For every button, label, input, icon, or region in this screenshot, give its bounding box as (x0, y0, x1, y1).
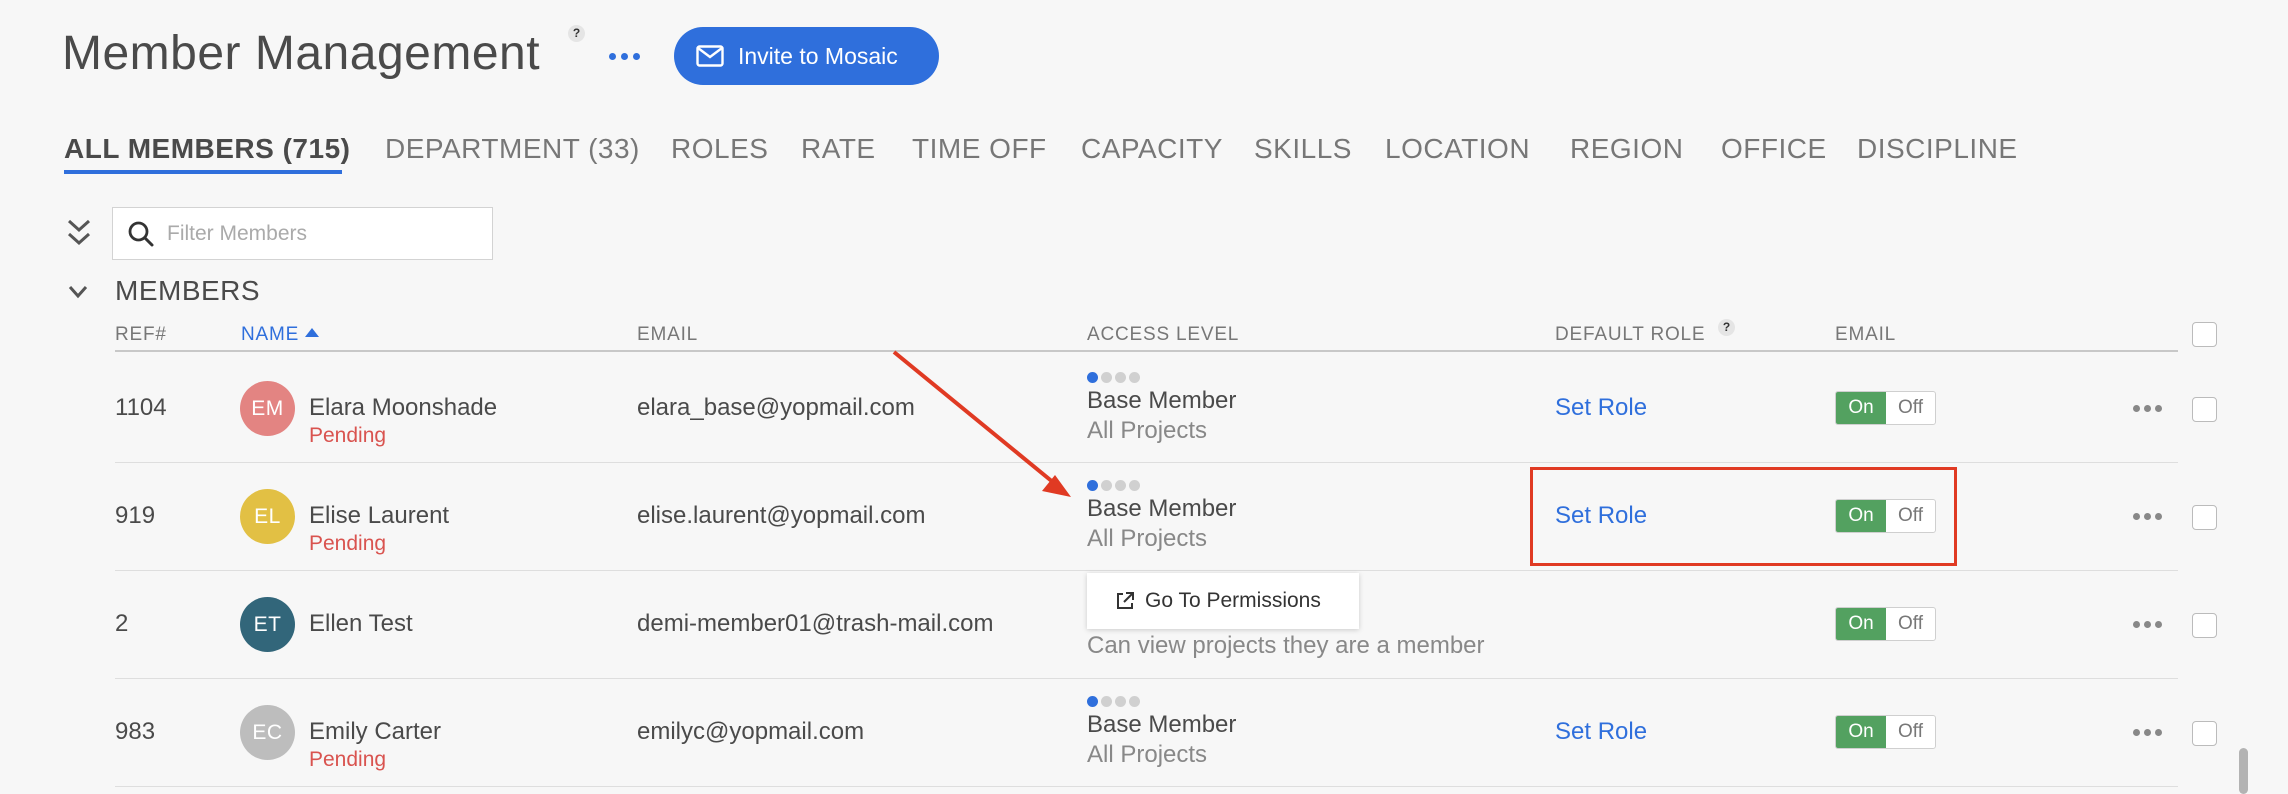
email-toggle[interactable]: On Off (1835, 607, 1936, 641)
member-ref: 919 (115, 502, 156, 529)
filter-members-input[interactable] (167, 221, 467, 246)
member-email: elara_base@yopmail.com (637, 394, 915, 421)
header-divider (115, 350, 2178, 352)
email-toggle[interactable]: On Off (1835, 391, 1936, 425)
select-all-checkbox[interactable] (2192, 322, 2217, 347)
set-role-link[interactable]: Set Role (1555, 394, 1647, 422)
access-level[interactable]: Base Member (1087, 495, 1236, 523)
pending-status: Pending (309, 748, 387, 771)
access-level[interactable]: Base Member (1087, 711, 1236, 739)
tab-department[interactable]: DEPARTMENT (33) (385, 133, 640, 165)
default-role-help-icon[interactable]: ? (1718, 319, 1735, 336)
toggle-off[interactable]: Off (1886, 608, 1935, 640)
tab-capacity[interactable]: CAPACITY (1081, 133, 1223, 165)
member-email: demi-member01@trash-mail.com (637, 610, 994, 637)
active-tab-indicator (64, 170, 342, 174)
permission-description: Can view projects they are a member (1087, 632, 1485, 659)
column-header-access-level[interactable]: ACCESS LEVEL (1087, 324, 1239, 346)
go-to-permissions-button[interactable]: Go To Permissions (1087, 573, 1359, 629)
column-header-email-notifications[interactable]: EMAIL (1835, 324, 1896, 346)
avatar[interactable]: EM (240, 381, 295, 436)
access-scope: All Projects (1087, 417, 1208, 444)
table-row[interactable]: 1104 EM Elara Moonshade Pending elara_ba… (0, 356, 2288, 464)
tab-discipline[interactable]: DISCIPLINE (1857, 133, 2018, 165)
double-chevron-down-icon[interactable] (66, 218, 92, 248)
tab-region[interactable]: REGION (1570, 133, 1683, 165)
tab-rate[interactable]: RATE (801, 133, 876, 165)
member-name[interactable]: Ellen Test (309, 610, 413, 638)
email-toggle[interactable]: On Off (1835, 499, 1936, 533)
row-divider (115, 678, 2178, 679)
tab-all-members[interactable]: ALL MEMBERS (715) (64, 133, 350, 165)
row-more-icon[interactable] (2133, 511, 2165, 521)
pending-status: Pending (309, 424, 387, 447)
access-scope: All Projects (1087, 741, 1208, 768)
row-checkbox[interactable] (2192, 505, 2217, 530)
section-title: MEMBERS (115, 275, 261, 306)
row-more-icon[interactable] (2133, 619, 2165, 629)
sort-ascending-icon (305, 328, 320, 337)
row-checkbox[interactable] (2192, 721, 2217, 746)
row-more-icon[interactable] (2133, 727, 2165, 737)
toggle-off[interactable]: Off (1886, 392, 1935, 424)
pending-status: Pending (309, 532, 387, 555)
tab-skills[interactable]: SKILLS (1254, 133, 1352, 165)
avatar[interactable]: EC (240, 705, 295, 760)
scrollbar-thumb[interactable] (2239, 748, 2248, 794)
set-role-link[interactable]: Set Role (1555, 502, 1647, 530)
chevron-down-icon[interactable] (68, 284, 88, 300)
row-divider (115, 786, 2178, 787)
member-ref: 1104 (115, 394, 167, 421)
avatar[interactable]: EL (240, 489, 295, 544)
tab-location[interactable]: LOCATION (1385, 133, 1530, 165)
row-checkbox[interactable] (2192, 397, 2217, 422)
column-header-name[interactable]: NAME (241, 324, 320, 346)
filter-members-field[interactable] (112, 207, 493, 260)
access-scope: All Projects (1087, 525, 1208, 552)
external-link-icon (1117, 592, 1134, 609)
email-toggle[interactable]: On Off (1835, 715, 1936, 749)
invite-to-mosaic-button[interactable]: Invite to Mosaic (674, 27, 939, 85)
more-options-icon[interactable] (609, 44, 643, 68)
toggle-on[interactable]: On (1836, 716, 1886, 748)
row-checkbox[interactable] (2192, 613, 2217, 638)
tab-roles[interactable]: ROLES (671, 133, 768, 165)
access-level[interactable]: Base Member (1087, 387, 1236, 415)
member-ref: 2 (115, 610, 129, 637)
access-level-indicator (1087, 480, 1140, 491)
access-level-indicator (1087, 372, 1140, 383)
toggle-on[interactable]: On (1836, 608, 1886, 640)
table-row[interactable]: 983 EC Emily Carter Pending emilyc@yopma… (0, 680, 2288, 788)
access-level-indicator (1087, 696, 1140, 707)
toggle-on[interactable]: On (1836, 500, 1886, 532)
tab-office[interactable]: OFFICE (1721, 133, 1827, 165)
column-header-email[interactable]: EMAIL (637, 324, 698, 346)
member-name[interactable]: Elara Moonshade (309, 394, 497, 422)
member-name[interactable]: Emily Carter (309, 718, 441, 746)
set-role-link[interactable]: Set Role (1555, 718, 1647, 746)
mail-icon (696, 45, 724, 67)
row-more-icon[interactable] (2133, 403, 2165, 413)
member-email: emilyc@yopmail.com (637, 718, 865, 745)
table-row[interactable]: 919 EL Elise Laurent Pending elise.laure… (0, 464, 2288, 572)
column-header-ref[interactable]: REF# (115, 324, 167, 346)
row-divider (115, 570, 2178, 571)
member-name[interactable]: Elise Laurent (309, 502, 449, 530)
search-icon (128, 221, 154, 246)
page-title: Member Management (62, 27, 541, 80)
member-ref: 983 (115, 718, 156, 745)
column-header-name-label: NAME (241, 324, 300, 345)
invite-button-label: Invite to Mosaic (738, 42, 898, 69)
avatar[interactable]: ET (240, 597, 295, 652)
help-icon[interactable]: ? (568, 25, 585, 42)
row-divider (115, 462, 2178, 463)
tab-time-off[interactable]: TIME OFF (912, 133, 1047, 165)
go-to-permissions-label: Go To Permissions (1145, 589, 1321, 612)
toggle-off[interactable]: Off (1886, 716, 1935, 748)
column-header-default-role[interactable]: DEFAULT ROLE (1555, 324, 1705, 346)
toggle-off[interactable]: Off (1886, 500, 1935, 532)
toggle-on[interactable]: On (1836, 392, 1886, 424)
member-email: elise.laurent@yopmail.com (637, 502, 926, 529)
